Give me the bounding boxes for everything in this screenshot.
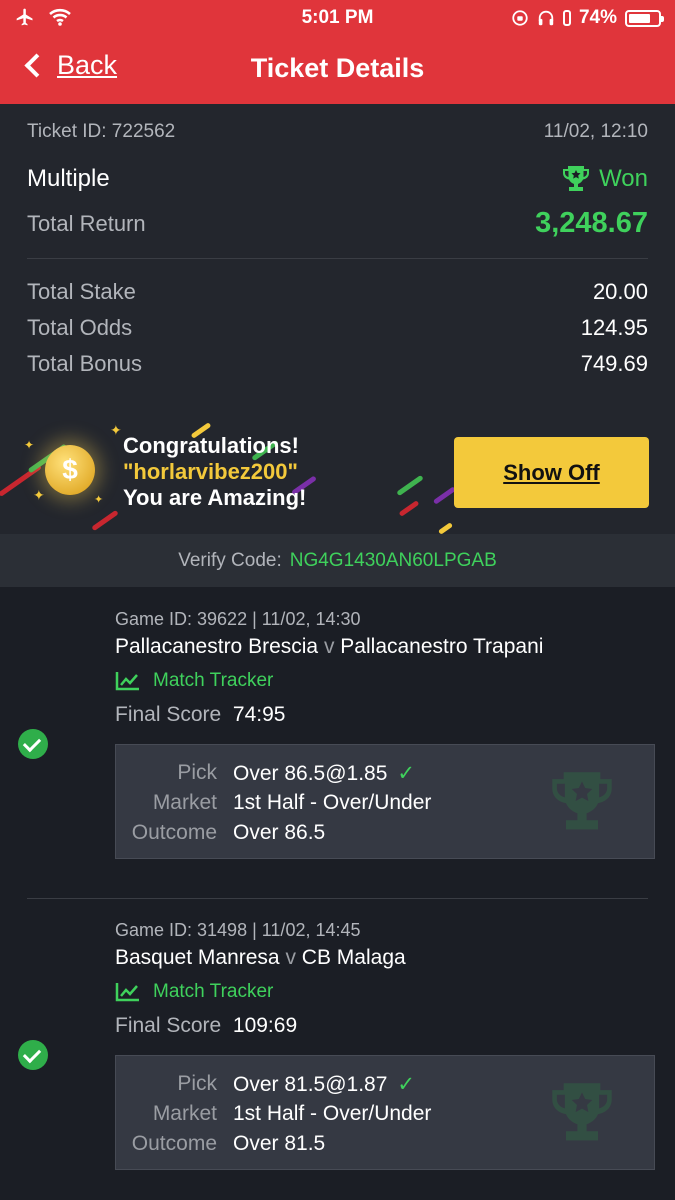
total-return-value: 3,248.67 (535, 207, 648, 239)
match-tracker-link[interactable]: Match Tracker (115, 981, 273, 1003)
away-team: Pallacanestro Trapani (340, 635, 544, 658)
total-bonus-row: Total Bonus 749.69 (27, 351, 648, 377)
battery-icon (625, 9, 664, 27)
headphones-icon (538, 10, 554, 26)
ticket-type: Multiple (27, 165, 110, 192)
match-tracker-label: Match Tracker (153, 981, 274, 1002)
pick-details: Pick Over 81.5@1.87 ✓ Market 1st Half - O… (115, 1055, 655, 1170)
status-bar: 5:01 PM 74% (0, 0, 675, 36)
pick-label: Pick (177, 761, 217, 784)
outcome-value: Over 81.5 (233, 1132, 326, 1155)
home-team: Basquet Manresa (115, 946, 280, 969)
status-label: Won (599, 165, 648, 192)
match-teams: Pallacanestro Brescia v Pallacanestro Tr… (115, 635, 543, 659)
confetti-stripe (398, 500, 420, 517)
away-team: CB Malaga (301, 946, 406, 969)
congrats-username: "horlarvibez200" (123, 459, 298, 484)
match-teams: Basquet Manresa v CB Malaga (115, 946, 406, 970)
won-check-icon (18, 729, 48, 759)
outcome-value: Over 86.5 (233, 821, 326, 844)
congrats-line1: Congratulations! (123, 433, 299, 458)
pick-value: Over 81.5@1.87 ✓ (233, 1072, 415, 1097)
rotation-lock-icon (512, 10, 528, 26)
sparkle-icon: ✦ (94, 494, 104, 506)
total-odds-row: Total Odds 124.95 (27, 315, 648, 341)
confetti-stripe (91, 509, 119, 532)
trophy-icon (563, 166, 590, 191)
pick-value: Over 86.5@1.85 ✓ (233, 761, 415, 786)
market-value: 1st Half - Over/Under (233, 791, 432, 814)
versus-label: v (323, 635, 335, 658)
check-icon: ✓ (397, 762, 416, 785)
market-value: 1st Half - Over/Under (233, 1102, 432, 1125)
pick-details: Pick Over 86.5@1.85 ✓ Market 1st Half - O… (115, 744, 655, 859)
divider (27, 258, 648, 259)
selection-item: Game ID: 31498 | 11/02, 14:45 Basquet Ma… (0, 898, 675, 1200)
battery-percent: 74% (578, 7, 617, 28)
sparkle-icon: ✦ (24, 438, 35, 452)
final-score: Final Score 74:95 (115, 703, 285, 727)
total-stake-label: Total Stake (27, 279, 136, 304)
final-score-value: 74:95 (232, 703, 286, 726)
market-label: Market (152, 1102, 217, 1125)
selection-item: Game ID: 39622 | 11/02, 14:30 Pallacanes… (0, 587, 675, 898)
ticket-header-row: Ticket ID: 722562 11/02, 12:10 (27, 121, 648, 143)
market-label: Market (152, 791, 217, 814)
ticket-type-row: Multiple Won (27, 165, 648, 193)
outcome-label: Outcome (131, 821, 217, 844)
total-bonus-value: 749.69 (580, 351, 648, 376)
alarm-icon (562, 10, 571, 26)
match-tracker-label: Match Tracker (153, 670, 274, 691)
total-stake-value: 20.00 (592, 279, 648, 304)
ticket-id: Ticket ID: 722562 (27, 121, 176, 142)
sparkle-icon: ✦ (110, 422, 122, 438)
ticket-datetime: 11/02, 12:10 (543, 121, 648, 142)
pick-text: Over 81.5@1.87 (233, 1073, 388, 1096)
total-stake-row: Total Stake 20.00 (27, 279, 648, 305)
confetti-stripe (437, 522, 454, 534)
verify-label: Verify Code: (178, 549, 282, 571)
won-check-icon (18, 1040, 48, 1070)
game-id: Game ID: 31498 | 11/02, 14:45 (115, 920, 361, 940)
page-title: Ticket Details (250, 53, 425, 83)
match-tracker-link[interactable]: Match Tracker (115, 670, 273, 692)
versus-label: v (285, 946, 296, 969)
chart-line-icon (115, 983, 139, 1002)
total-return-row: Total Return 3,248.67 (27, 207, 648, 240)
show-off-button[interactable]: Show Off (454, 437, 649, 508)
check-icon: ✓ (397, 1073, 416, 1096)
trophy-watermark-icon (552, 1083, 612, 1141)
confetti-stripe (396, 474, 424, 497)
total-bonus-label: Total Bonus (27, 351, 142, 376)
final-score: Final Score 109:69 (115, 1014, 297, 1038)
coin-icon: $ (45, 445, 95, 495)
pick-text: Over 86.5@1.85 (233, 762, 388, 785)
status-badge: Won (561, 165, 648, 193)
verify-code-bar: Verify Code: NG4G1430AN60LPGAB (0, 534, 675, 587)
home-team: Pallacanestro Brescia (115, 635, 319, 658)
nav-bar: Back Ticket Details (0, 36, 675, 104)
chart-line-icon (115, 672, 139, 691)
final-score-label: Final Score (115, 1014, 222, 1037)
total-odds-value: 124.95 (580, 315, 648, 340)
verify-code[interactable]: NG4G1430AN60LPGAB (290, 550, 497, 572)
outcome-label: Outcome (131, 1132, 217, 1155)
congrats-text: Congratulations! "horlarvibez200" You ar… (123, 433, 306, 511)
battery-fill (629, 13, 650, 23)
trophy-watermark-icon (552, 772, 612, 830)
pick-label: Pick (177, 1072, 217, 1095)
total-return-label: Total Return (27, 210, 146, 236)
confetti-stripe (432, 486, 457, 505)
final-score-label: Final Score (115, 703, 222, 726)
total-odds-label: Total Odds (27, 315, 133, 340)
congrats-line3: You are Amazing! (123, 485, 307, 510)
sparkle-icon: ✦ (33, 487, 45, 503)
game-id: Game ID: 39622 | 11/02, 14:30 (115, 609, 361, 629)
final-score-value: 109:69 (232, 1014, 298, 1037)
